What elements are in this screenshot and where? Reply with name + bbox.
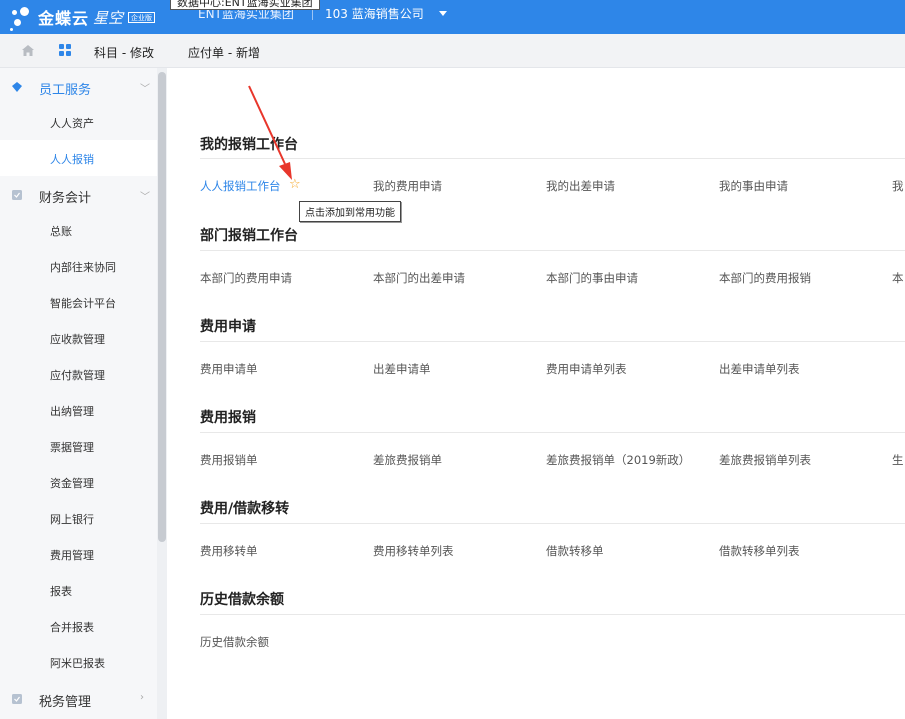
home-icon[interactable] <box>22 45 34 56</box>
sidebar-item-label: 出纳管理 <box>50 405 94 418</box>
sidebar-item-consolidated[interactable]: 合并报表 <box>0 608 157 644</box>
section-title-expense-reimb: 费用报销 <box>200 410 256 426</box>
link-travel-apply-list[interactable]: 出差申请单列表 <box>719 361 800 377</box>
chevron-down-icon: ﹀ <box>140 84 150 95</box>
section-divider <box>200 523 905 524</box>
sidebar-item-label: 智能会计平台 <box>50 297 116 310</box>
sidebar-item-amoeba[interactable]: 阿米巴报表 <box>0 644 157 680</box>
section-title-dept-workbench: 部门报销工作台 <box>200 228 298 244</box>
sidebar-item-assets[interactable]: 人人资产 <box>0 104 157 140</box>
link-expense-reimb-form[interactable]: 费用报销单 <box>200 452 258 468</box>
link-expense-transfer-list[interactable]: 费用移转单列表 <box>373 543 454 559</box>
grid-menu-icon[interactable] <box>59 44 72 57</box>
sidebar-group-label: 税务管理 <box>39 695 92 710</box>
add-favorite-tooltip: 点击添加到常用功能 <box>299 201 401 222</box>
sidebar-item-smart-accounting[interactable]: 智能会计平台 <box>0 284 157 320</box>
link-loan-transfer[interactable]: 借款转移单 <box>546 543 604 559</box>
main-content: 我的报销工作台 人人报销工作台 ☆ 我的费用申请 我的出差申请 我的事由申请 我… <box>168 68 905 719</box>
sidebar-item-cashier[interactable]: 出纳管理 <box>0 392 157 428</box>
link-dept-reason-apply[interactable]: 本部门的事由申请 <box>546 270 638 286</box>
square-icon <box>12 190 22 200</box>
link-my-reason-apply[interactable]: 我的事由申请 <box>719 178 788 194</box>
square-icon <box>12 694 22 704</box>
link-dept-expense-reimb[interactable]: 本部门的费用报销 <box>719 270 811 286</box>
star-icon[interactable]: ☆ <box>289 178 301 192</box>
sidebar-group-tax[interactable]: 税务管理 › <box>0 680 157 716</box>
link-reimbursement-workbench[interactable]: 人人报销工作台 <box>200 178 281 194</box>
logo[interactable]: 金蝶云 星空 企业版 <box>8 0 156 34</box>
chevron-down-icon[interactable] <box>439 11 447 16</box>
edition-badge: 企业版 <box>128 11 156 23</box>
link-history-loan-balance[interactable]: 历史借款余额 <box>200 634 269 650</box>
sidebar-item-label: 费用管理 <box>50 549 94 562</box>
sidebar-item-label: 总账 <box>50 225 72 238</box>
company-selector[interactable]: 103 蓝海销售公司 <box>325 5 424 22</box>
tab-payable-new[interactable]: 应付单 - 新增 <box>188 44 260 61</box>
sidebar-group-employee-service[interactable]: 员工服务 ﹀ <box>0 68 157 104</box>
link-my-truncated[interactable]: 我 <box>892 178 904 194</box>
section-title-transfer: 费用/借款移转 <box>200 501 290 517</box>
tab-bar: 科目 - 修改 应付单 - 新增 <box>0 34 905 68</box>
sidebar-item-bills[interactable]: 票据管理 <box>0 428 157 464</box>
data-center-tooltip: 数据中心:ENT蓝海实业集团 <box>170 0 320 10</box>
link-travel-reimb-form[interactable]: 差旅费报销单 <box>373 452 442 468</box>
scroll-thumb[interactable] <box>158 72 166 542</box>
sidebar-item-label: 人人资产 <box>50 117 94 130</box>
sidebar-item-label: 人人报销 <box>50 153 94 166</box>
section-divider <box>200 158 905 159</box>
chevron-down-icon: ﹀ <box>140 192 150 203</box>
sidebar-item-label: 内部往来协同 <box>50 261 116 274</box>
sidebar-item-online-bank[interactable]: 网上银行 <box>0 500 157 536</box>
link-dept-travel-apply[interactable]: 本部门的出差申请 <box>373 270 465 286</box>
sidebar-group-label: 财务会计 <box>39 191 92 206</box>
diamond-icon <box>12 82 22 92</box>
sidebar-item-funds[interactable]: 资金管理 <box>0 464 157 500</box>
sidebar-group-finance[interactable]: 财务会计 ﹀ <box>0 176 157 212</box>
sidebar-item-general-ledger[interactable]: 总账 <box>0 212 157 248</box>
section-title-my-workbench: 我的报销工作台 <box>200 137 298 153</box>
tab-account-edit[interactable]: 科目 - 修改 <box>94 44 154 61</box>
section-title-history-loan: 历史借款余额 <box>200 592 284 608</box>
sidebar-item-intercompany[interactable]: 内部往来协同 <box>0 248 157 284</box>
link-loan-transfer-list[interactable]: 借款转移单列表 <box>719 543 800 559</box>
section-divider <box>200 614 905 615</box>
link-travel-apply-form[interactable]: 出差申请单 <box>373 361 431 377</box>
sidebar-item-label: 报表 <box>50 585 72 598</box>
sidebar-item-label: 网上银行 <box>50 513 94 526</box>
section-title-expense-apply: 费用申请 <box>200 319 256 335</box>
link-expense-apply-list[interactable]: 费用申请单列表 <box>546 361 627 377</box>
link-my-travel-apply[interactable]: 我的出差申请 <box>546 178 615 194</box>
sidebar-item-label: 合并报表 <box>50 621 94 634</box>
sidebar-item-label: 应收款管理 <box>50 333 105 346</box>
sidebar-item-payables[interactable]: 应付款管理 <box>0 356 157 392</box>
sidebar-item-label: 资金管理 <box>50 477 94 490</box>
sidebar-item-receivables[interactable]: 应收款管理 <box>0 320 157 356</box>
link-reimb-truncated[interactable]: 生 <box>892 452 904 468</box>
top-header: 金蝶云 星空 企业版 ENT蓝海实业集团 103 蓝海销售公司 数据中心:ENT… <box>0 0 905 34</box>
section-divider <box>200 341 905 342</box>
link-travel-reimb-2019[interactable]: 差旅费报销单（2019新政） <box>546 452 690 468</box>
sidebar: 员工服务 ﹀ 人人资产 人人报销 财务会计 ﹀ 总账 内部往来协同 智能会计平台… <box>0 68 167 719</box>
brand-name: 金蝶云 <box>38 9 90 28</box>
section-divider <box>200 250 905 251</box>
sidebar-item-label: 票据管理 <box>50 441 94 454</box>
link-travel-reimb-list[interactable]: 差旅费报销单列表 <box>719 452 811 468</box>
sidebar-item-reimbursement[interactable]: 人人报销 <box>0 140 157 176</box>
section-divider <box>200 432 905 433</box>
sidebar-item-expense-mgmt[interactable]: 费用管理 <box>0 536 157 572</box>
sidebar-scrollbar[interactable] <box>157 68 167 719</box>
sidebar-item-label: 应付款管理 <box>50 369 105 382</box>
link-dept-expense-apply[interactable]: 本部门的费用申请 <box>200 270 292 286</box>
kingdee-logo-icon <box>8 4 34 31</box>
sidebar-group-label: 员工服务 <box>39 83 92 98</box>
brand-sub: 星空 <box>93 8 124 27</box>
link-expense-transfer[interactable]: 费用移转单 <box>200 543 258 559</box>
sidebar-item-label: 阿米巴报表 <box>50 657 105 670</box>
link-dept-truncated[interactable]: 本 <box>892 270 904 286</box>
link-expense-apply-form[interactable]: 费用申请单 <box>200 361 258 377</box>
sidebar-item-reports[interactable]: 报表 <box>0 572 157 608</box>
link-my-expense-apply[interactable]: 我的费用申请 <box>373 178 442 194</box>
chevron-right-icon: › <box>140 692 144 703</box>
